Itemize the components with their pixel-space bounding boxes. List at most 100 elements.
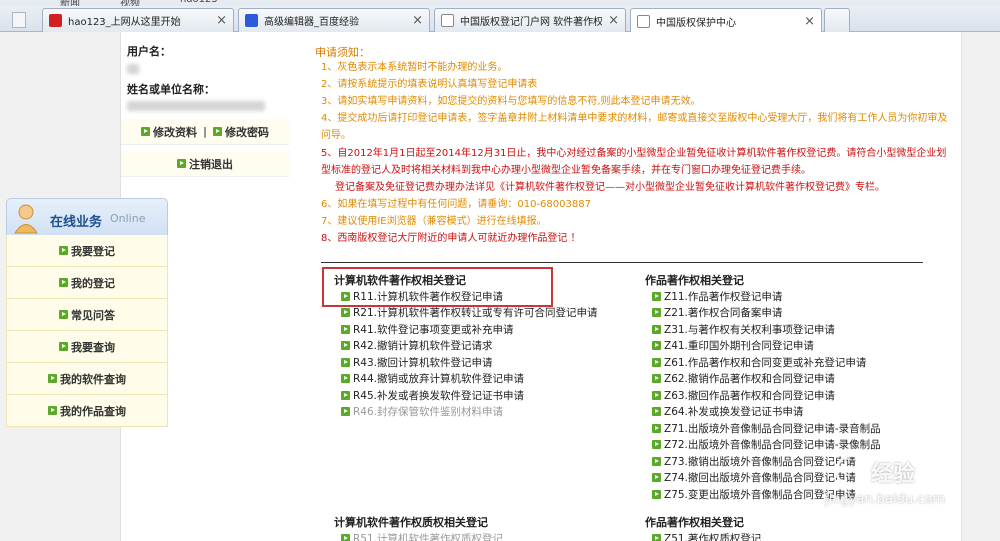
- registration-link[interactable]: Z63.撤回作品著作权和合同登记申请: [652, 387, 881, 404]
- arrow-icon: [48, 374, 57, 383]
- registration-link[interactable]: Z71.出版境外音像制品合同登记申请-录音制品: [652, 420, 881, 437]
- user-avatar-icon: [14, 204, 38, 234]
- tab-list-icon[interactable]: [12, 12, 26, 28]
- logout-row: 注销退出: [121, 151, 289, 177]
- notice-title: 申请须知：: [315, 46, 370, 59]
- sidebar-menu-label: 我的登记: [71, 276, 115, 290]
- page-icon: [637, 14, 650, 28]
- arrow-icon: [213, 127, 223, 136]
- bookmark-item[interactable]: hao123: [180, 0, 218, 5]
- close-icon[interactable]: ×: [804, 14, 815, 29]
- arrow-icon: [177, 159, 186, 168]
- works-pledge-link-list: Z51.著作权质权登记: [652, 530, 761, 541]
- arrow-icon: [652, 407, 661, 417]
- online-service-title: 在线业务: [50, 215, 103, 230]
- arrow-icon: [652, 440, 661, 450]
- registration-link-text: R21.计算机软件著作权转让或专有许可合同登记申请: [353, 307, 598, 320]
- software-pledge-section-title: 计算机软件著作权质权相关登记: [334, 516, 488, 529]
- page-icon: [441, 14, 454, 27]
- sidebar-menu-item[interactable]: 我要查询: [6, 331, 168, 363]
- registration-link[interactable]: R41.软件登记事项变更或补充申请: [341, 321, 598, 338]
- hao123-icon: [49, 14, 62, 27]
- arrow-icon: [652, 308, 661, 318]
- bookmark-item[interactable]: 视频: [120, 0, 140, 6]
- arrow-icon: [59, 342, 68, 351]
- arrow-icon: [48, 406, 57, 415]
- bookmark-item[interactable]: 新闻: [60, 0, 80, 6]
- close-icon[interactable]: ×: [608, 13, 619, 28]
- registration-link-text: Z31.与著作权有关权利事项登记申请: [664, 323, 835, 336]
- registration-link[interactable]: Z21.著作权合同备案申请: [652, 305, 881, 322]
- tab-label: 高级编辑器_百度经验: [264, 17, 359, 28]
- registration-link-text: Z64.补发或换发登记证书申请: [664, 406, 804, 419]
- baidu-jingyan-watermark: 经验 jingyan.baidu.com: [825, 454, 995, 514]
- arrow-icon: [652, 341, 661, 351]
- registration-link-text: Z11.作品著作权登记申请: [664, 290, 783, 303]
- watermark-url: jingyan.baidu.com: [825, 492, 945, 507]
- notice-item: 2、请按系统提示的填表说明认真填写登记申请表: [321, 79, 538, 90]
- registration-link[interactable]: Z31.与著作权有关权利事项登记申请: [652, 321, 881, 338]
- sidebar-menu-item[interactable]: 我的作品查询: [6, 395, 168, 427]
- arrow-icon: [59, 310, 68, 319]
- registration-link[interactable]: Z41.重印国外期刊合同登记申请: [652, 338, 881, 355]
- registration-link[interactable]: R45.补发或者换发软件登记证书申请: [341, 387, 598, 404]
- registration-link[interactable]: R43.撤回计算机软件登记申请: [341, 354, 598, 371]
- software-pledge-link-list: R51.计算机软件著作权质权登记: [341, 530, 503, 541]
- registration-link[interactable]: Z62.撤销作品著作权和合同登记申请: [652, 371, 881, 388]
- watermark-name: 经验: [871, 462, 916, 487]
- registration-link-text: Z72.出版境外音像制品合同登记申请-录像制品: [664, 439, 881, 452]
- arrow-icon: [652, 489, 661, 499]
- registration-link[interactable]: Z64.补发或换发登记证书申请: [652, 404, 881, 421]
- arrow-icon: [59, 278, 68, 287]
- arrow-icon: [341, 374, 350, 384]
- sidebar-menu-item[interactable]: 常见问答: [6, 299, 168, 331]
- registration-link-text: R46.封存保管软件鉴别材料申请: [353, 406, 503, 419]
- username-value-redacted: [127, 64, 139, 74]
- registration-link[interactable]: Z11.作品著作权登记申请: [652, 288, 881, 305]
- arrow-icon: [652, 390, 661, 400]
- divider: [321, 262, 923, 263]
- tab-copyright-portal[interactable]: 中国版权登记门户网 软件著作权 ×: [434, 8, 626, 32]
- registration-link-text: R51.计算机软件著作权质权登记: [353, 532, 503, 541]
- arrow-icon: [341, 341, 350, 351]
- notice-item: 5、自2012年1月1日起至2014年12月31日止，我中心对经过备案的小型微型…: [321, 148, 947, 176]
- org-name-label: 姓名或单位名称：: [127, 83, 215, 96]
- arrow-icon: [341, 308, 350, 318]
- sidebar-menu-item[interactable]: 我要登记: [6, 235, 168, 267]
- arrow-icon: [652, 357, 661, 367]
- registration-link[interactable]: R46.封存保管软件鉴别材料申请: [341, 404, 598, 421]
- sidebar-menu-label: 我要查询: [71, 340, 115, 354]
- arrow-icon: [652, 324, 661, 334]
- tab-label: 中国版权保护中心: [656, 17, 736, 29]
- edit-profile-link[interactable]: 修改资料: [153, 124, 197, 140]
- tab-hao123[interactable]: hao123_上网从这里开始 ×: [42, 8, 234, 32]
- change-password-link[interactable]: 修改密码: [225, 124, 269, 140]
- close-icon[interactable]: ×: [216, 13, 227, 28]
- sidebar-menu-item[interactable]: 我的软件查询: [6, 363, 168, 395]
- sidebar-menu-label: 常见问答: [71, 308, 115, 322]
- registration-link[interactable]: Z61.作品著作权和合同变更或补充登记申请: [652, 354, 881, 371]
- registration-link[interactable]: R42.撤销计算机软件登记请求: [341, 338, 598, 355]
- notice-item: 6、如果在填写过程中有任何问题，请垂询：010-68003887: [321, 199, 591, 210]
- registration-link[interactable]: Z51.著作权质权登记: [652, 530, 761, 541]
- new-tab-button[interactable]: [824, 8, 850, 32]
- registration-link-text: Z63.撤回作品著作权和合同登记申请: [664, 389, 835, 402]
- tab-copyright-center[interactable]: 中国版权保护中心 ×: [630, 8, 822, 33]
- registration-link[interactable]: R44.撤销或放弃计算机软件登记申请: [341, 371, 598, 388]
- tab-baidu-jingyan[interactable]: 高级编辑器_百度经验 ×: [238, 8, 430, 32]
- arrow-icon: [140, 127, 150, 136]
- registration-link[interactable]: R51.计算机软件著作权质权登记: [341, 530, 503, 541]
- highlight-box: [322, 267, 553, 307]
- works-pledge-section-title: 作品著作权相关登记: [645, 516, 744, 529]
- registration-link[interactable]: Z72.出版境外音像制品合同登记申请-录像制品: [652, 437, 881, 454]
- arrow-icon: [652, 533, 661, 541]
- registration-link-text: R43.撤回计算机软件登记申请: [353, 356, 493, 369]
- arrow-icon: [341, 533, 350, 541]
- close-icon[interactable]: ×: [412, 13, 423, 28]
- online-service-header: 在线业务 Online: [6, 198, 168, 239]
- logout-link[interactable]: 注销退出: [189, 156, 233, 172]
- link-separator: |: [202, 125, 208, 138]
- sidebar-menu-item[interactable]: 我的登记: [6, 267, 168, 299]
- baidu-paw-icon: [835, 454, 869, 488]
- arrow-icon: [341, 390, 350, 400]
